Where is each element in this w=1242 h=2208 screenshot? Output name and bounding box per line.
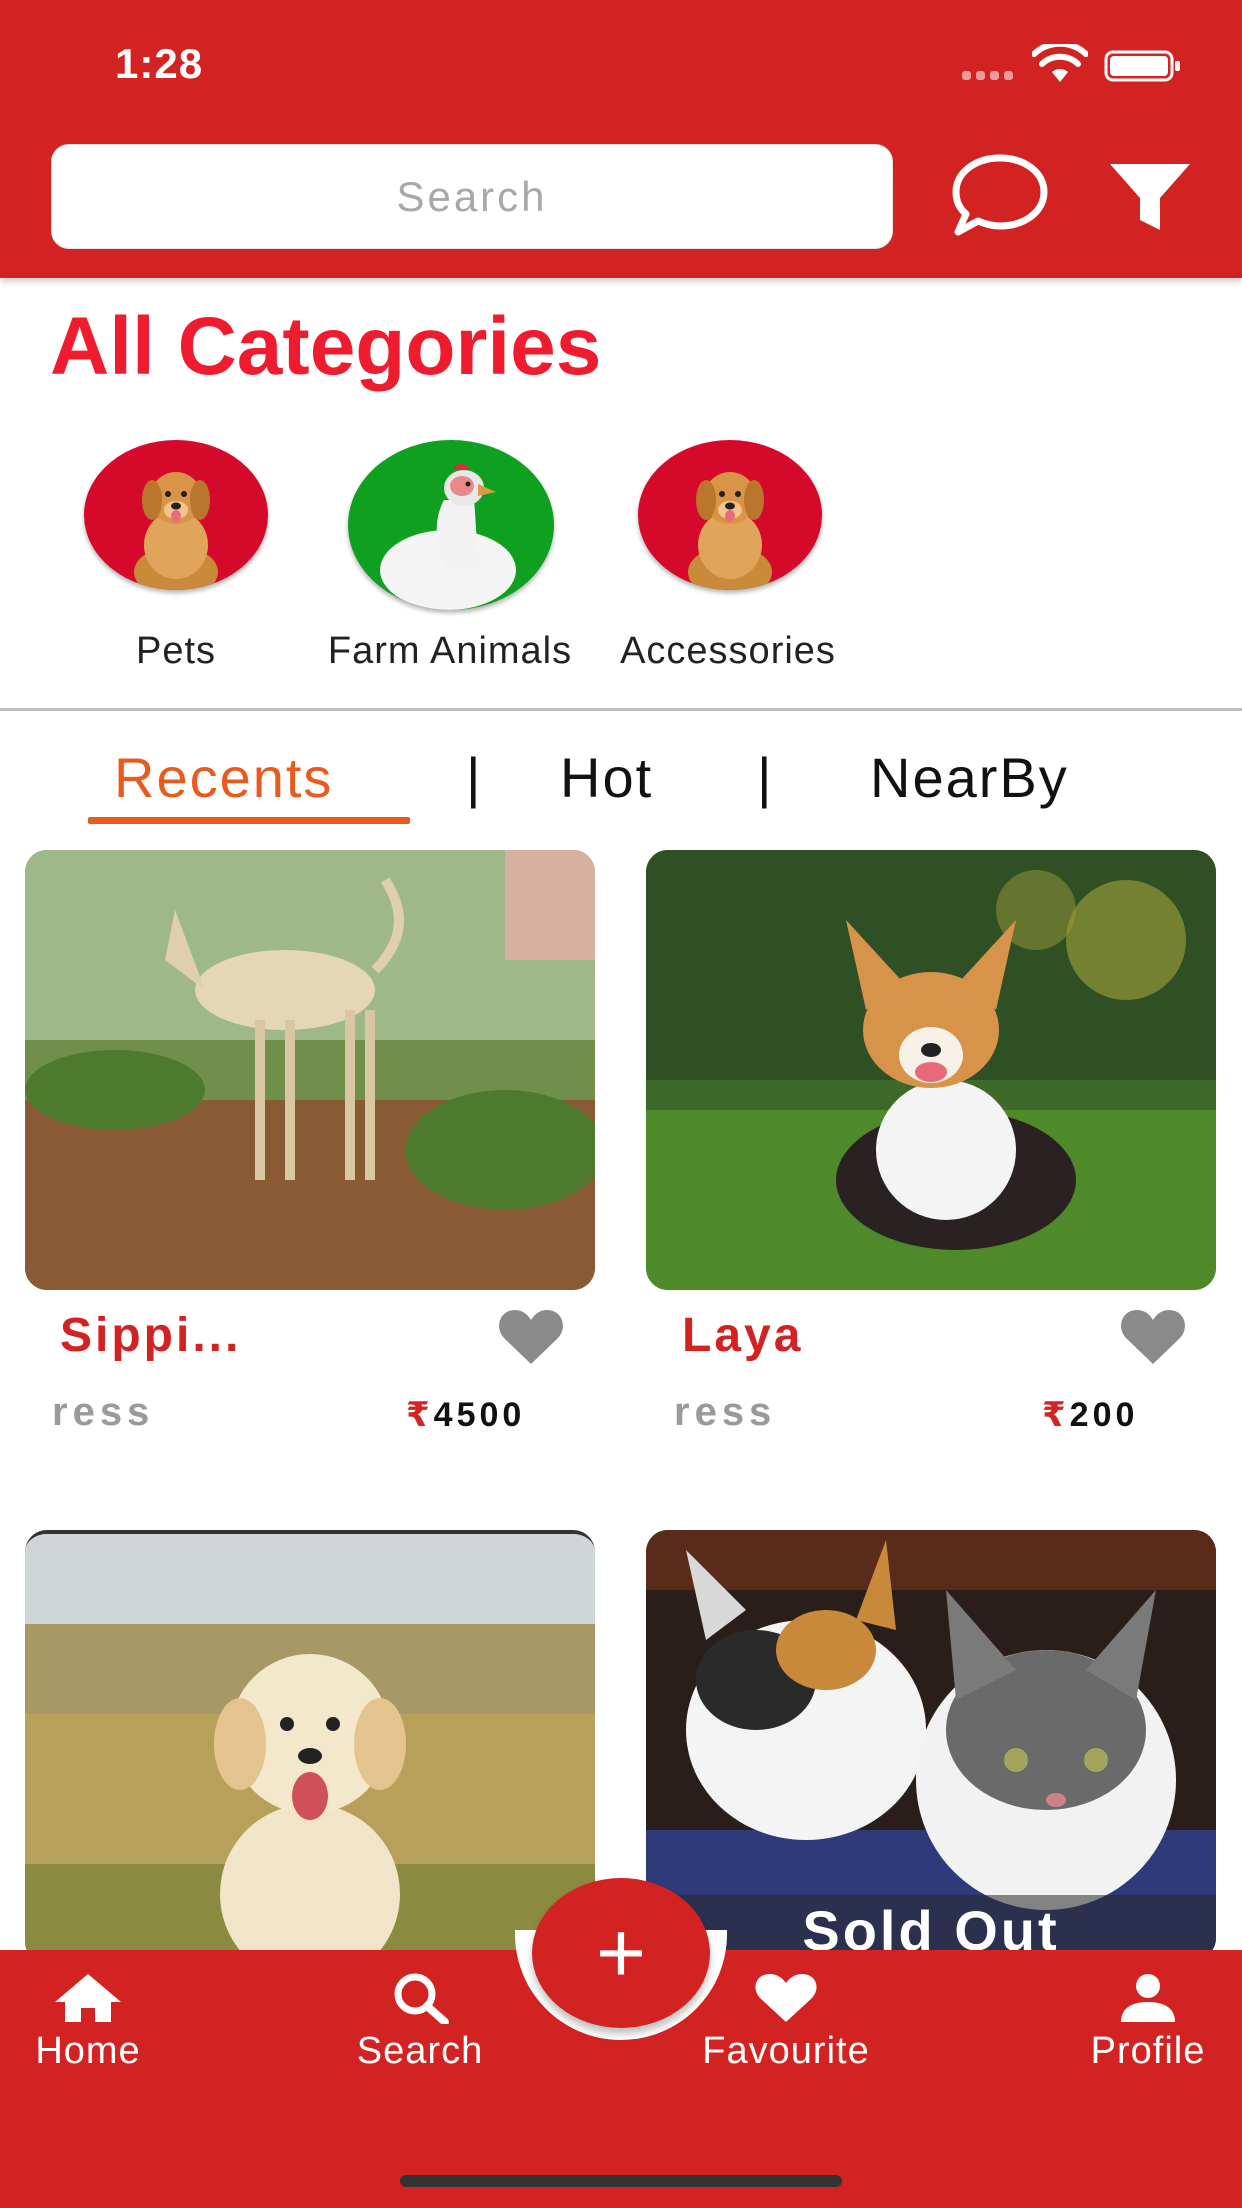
tab-recents[interactable]: Recents (114, 745, 333, 810)
listing-image[interactable] (646, 850, 1216, 1290)
favourite-heart-icon[interactable] (498, 1308, 564, 1366)
listing-price: ₹200 (1042, 1395, 1138, 1435)
category-farm-animals[interactable]: Farm Animals (320, 440, 580, 680)
wifi-icon (1032, 44, 1088, 82)
chat-bubble-icon[interactable] (950, 152, 1050, 238)
home-indicator (400, 2175, 842, 2187)
category-farm-animals-image (348, 440, 554, 610)
active-tab-indicator (88, 817, 410, 824)
category-accessories-image (638, 440, 822, 590)
currency-symbol: ₹ (406, 1396, 434, 1434)
search-icon (394, 1973, 449, 2024)
tab-separator: | (466, 746, 481, 809)
search-input[interactable]: Search (51, 144, 893, 249)
tab-nearby[interactable]: NearBy (870, 745, 1069, 810)
nav-home-label: Home (35, 2030, 141, 2072)
section-divider (0, 708, 1242, 711)
currency-symbol: ₹ (1042, 1396, 1070, 1434)
category-accessories[interactable]: Accessories (598, 440, 858, 680)
tab-hot[interactable]: Hot (560, 745, 653, 810)
nav-favourite-label: Favourite (702, 2030, 870, 2072)
categories-title: All Categories (50, 301, 602, 392)
nav-profile[interactable]: Profile (1048, 1972, 1242, 2082)
nav-profile-label: Profile (1090, 2030, 1206, 2072)
listing-name: Laya (682, 1309, 804, 1362)
status-time: 1:28 (115, 40, 204, 87)
listing-price-value: 200 (1069, 1396, 1139, 1434)
category-pets-image (84, 440, 268, 590)
home-icon (55, 1974, 121, 2022)
nav-home[interactable]: Home (0, 1972, 188, 2082)
listing-location: ress (674, 1390, 777, 1434)
category-pets-label: Pets (135, 630, 217, 672)
heart-icon (755, 1974, 817, 2022)
listing-image[interactable]: Sold Out (646, 1530, 1216, 1960)
battery-icon (1104, 50, 1180, 82)
tab-separator: | (757, 746, 772, 809)
nav-search[interactable]: Search (320, 1972, 520, 2082)
listing-price-value: 4500 (433, 1396, 526, 1434)
favourite-heart-icon[interactable] (1120, 1308, 1186, 1366)
cellular-signal-icon (962, 71, 1018, 81)
listing-name: Sippi... (60, 1309, 242, 1362)
category-farm-animals-label: Farm Animals (327, 630, 573, 672)
listing-image[interactable] (25, 1530, 595, 1964)
category-accessories-label: Accessories (620, 630, 836, 672)
category-pets[interactable]: Pets (46, 440, 306, 680)
listing-price: ₹4500 (406, 1395, 525, 1435)
add-listing-button[interactable]: + (532, 1878, 710, 2028)
filter-icon[interactable] (1108, 160, 1192, 232)
person-icon (1121, 1974, 1175, 2022)
listing-image[interactable] (25, 850, 595, 1290)
nav-search-label: Search (356, 2030, 484, 2072)
listing-location: ress (52, 1390, 155, 1434)
nav-favourite[interactable]: Favourite (686, 1972, 886, 2082)
